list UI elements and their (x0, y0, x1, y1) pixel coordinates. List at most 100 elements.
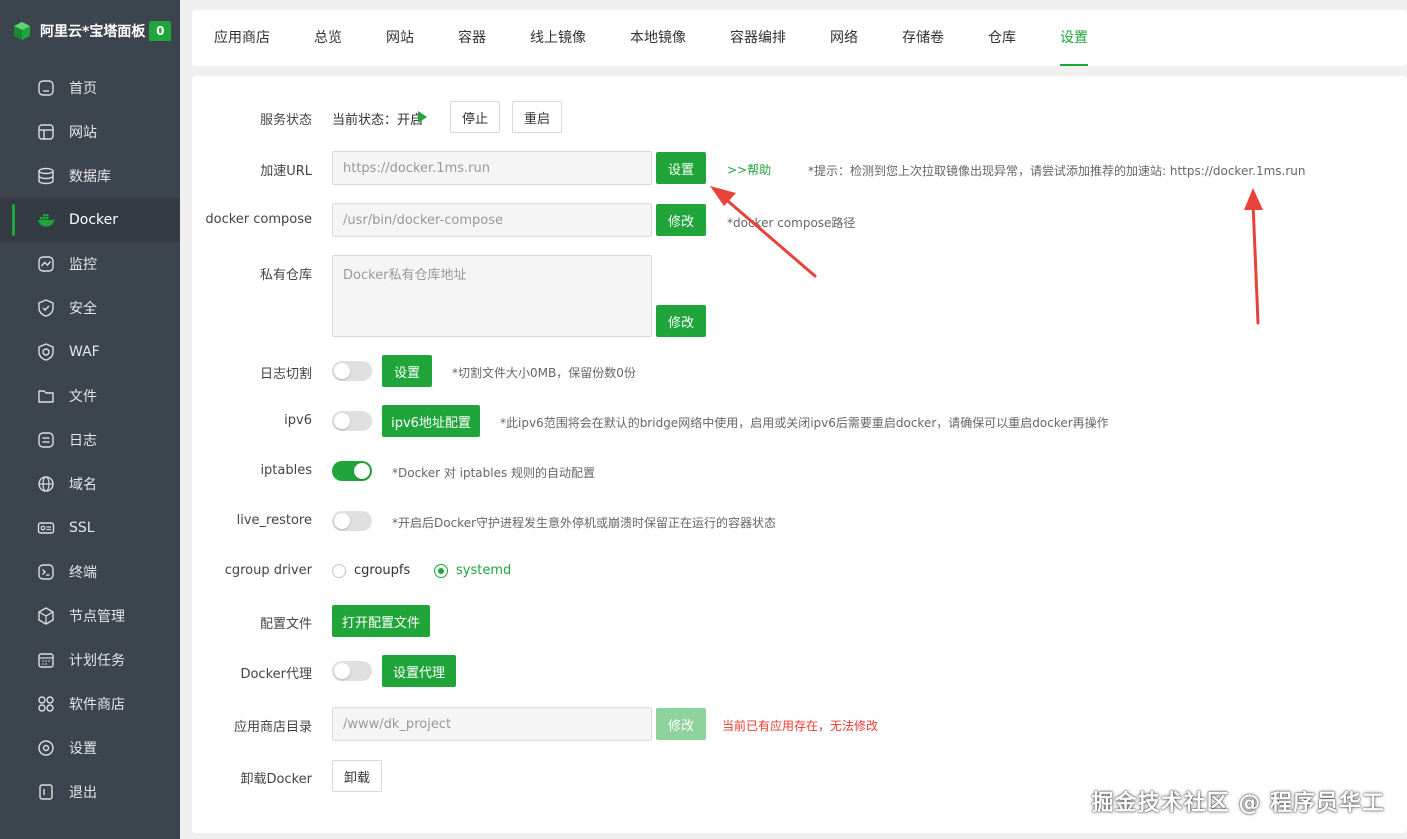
log-rotate-label: 日志切割 (259, 367, 312, 382)
sidebar-item-label: 安全 (69, 301, 97, 317)
sidebar-item-domain[interactable]: 域名 (0, 462, 180, 506)
compose-path-input[interactable]: /usr/bin/docker-compose (332, 203, 652, 237)
mirror-url-input[interactable]: https://docker.1ms.run (332, 151, 652, 185)
sidebar-item-app-store[interactable]: 软件商店 (0, 682, 180, 726)
watermark: 掘金技术社区 @ 程序员华工 (1091, 791, 1385, 816)
terminal-icon (36, 562, 56, 582)
config-file-row: 配置文件 打开配置文件 (192, 605, 1407, 637)
running-play-icon (418, 111, 427, 123)
sidebar-nav: 首页 网站 数据库 Docker 监控 安全 WAF 文件 日志 域名 SSL … (0, 66, 180, 814)
database-icon (36, 166, 56, 186)
iptables-hint: *Docker 对 iptables 规则的自动配置 (392, 466, 596, 480)
ipv6-hint: *此ipv6范围将会在默认的bridge网络中使用，启用或关闭ipv6后需要重启… (500, 416, 1109, 430)
sidebar-item-label: 计划任务 (69, 653, 125, 669)
sidebar-item-settings[interactable]: 设置 (0, 726, 180, 770)
config-file-label: 配置文件 (259, 617, 312, 632)
shield-icon (36, 298, 56, 318)
app-dir-input[interactable]: /www/dk_project (332, 707, 652, 741)
log-rotate-settings-button[interactable]: 设置 (382, 355, 432, 387)
log-rotate-toggle[interactable] (332, 361, 372, 381)
iptables-row: iptables *Docker 对 iptables 规则的自动配置 (192, 455, 1407, 487)
app-dir-label: 应用商店目录 (233, 720, 312, 735)
sidebar-item-label: 网站 (69, 125, 97, 141)
sidebar-item-cron[interactable]: 计划任务 (0, 638, 180, 682)
docker-tabs: 应用商店 总览 网站 容器 线上镜像 本地镜像 容器编排 网络 存储卷 仓库 设… (192, 10, 1407, 66)
log-icon (36, 430, 56, 450)
edit-compose-button[interactable]: 修改 (656, 204, 706, 236)
open-config-button[interactable]: 打开配置文件 (332, 605, 430, 637)
service-status-row: 服务状态 当前状态：开启 停止 重启 (192, 100, 1407, 134)
live-restore-toggle[interactable] (332, 511, 372, 531)
tab-containers[interactable]: 容器 (458, 10, 486, 66)
ipv6-row: ipv6 ipv6地址配置 *此ipv6范围将会在默认的bridge网络中使用，… (192, 405, 1407, 437)
tab-online-images[interactable]: 线上镜像 (530, 10, 586, 66)
sidebar-item-label: 软件商店 (69, 697, 125, 713)
log-rotate-row: 日志切割 设置 *切割文件大小0MB，保留份数0份 (192, 355, 1407, 387)
tab-network[interactable]: 网络 (830, 10, 858, 66)
waf-icon (36, 342, 56, 362)
sidebar-item-security[interactable]: 安全 (0, 286, 180, 330)
restart-button[interactable]: 重启 (512, 101, 562, 133)
sidebar-item-label: 设置 (69, 741, 97, 757)
sidebar-item-waf[interactable]: WAF (0, 330, 180, 374)
tab-compose[interactable]: 容器编排 (730, 10, 786, 66)
cgroupfs-radio[interactable] (332, 564, 346, 578)
iptables-toggle[interactable] (332, 461, 372, 481)
sidebar-item-nodes[interactable]: 节点管理 (0, 594, 180, 638)
compose-hint: *docker compose路径 (727, 216, 856, 230)
brand: 阿里云*宝塔面板 0 (0, 0, 180, 62)
uninstall-button[interactable]: 卸载 (332, 760, 382, 792)
sidebar-item-terminal[interactable]: 终端 (0, 550, 180, 594)
sidebar-item-docker[interactable]: Docker (0, 198, 180, 242)
sidebar-item-monitor[interactable]: 监控 (0, 242, 180, 286)
sidebar-item-label: 监控 (69, 257, 97, 273)
tab-registry[interactable]: 仓库 (988, 10, 1016, 66)
edit-registry-button[interactable]: 修改 (656, 305, 706, 337)
live-restore-hint: *开启后Docker守护进程发生意外停机或崩溃时保留正在运行的容器状态 (392, 516, 777, 530)
sidebar-item-logout[interactable]: 退出 (0, 770, 180, 814)
home-icon (36, 78, 56, 98)
ipv6-toggle[interactable] (332, 411, 372, 431)
apps-icon (36, 694, 56, 714)
sidebar-item-home[interactable]: 首页 (0, 66, 180, 110)
set-proxy-button[interactable]: 设置代理 (382, 655, 456, 687)
calendar-icon (36, 650, 56, 670)
service-status-text: 当前状态：开启 (332, 113, 424, 128)
sidebar: 阿里云*宝塔面板 0 首页 网站 数据库 Docker 监控 安全 WAF 文件… (0, 0, 180, 839)
proxy-toggle[interactable] (332, 661, 372, 681)
gear-icon (36, 738, 56, 758)
tab-local-images[interactable]: 本地镜像 (630, 10, 686, 66)
cgroupfs-radio-label[interactable]: cgroupfs (354, 563, 410, 578)
systemd-radio[interactable] (434, 564, 448, 578)
ipv6-config-button[interactable]: ipv6地址配置 (382, 405, 480, 437)
sidebar-item-logs[interactable]: 日志 (0, 418, 180, 462)
monitor-icon (36, 254, 56, 274)
app-dir-warning: 当前已有应用存在，无法修改 (722, 719, 879, 733)
edit-app-dir-button[interactable]: 修改 (656, 708, 706, 740)
set-mirror-button[interactable]: 设置 (656, 152, 706, 184)
tab-app-store[interactable]: 应用商店 (214, 10, 270, 66)
sidebar-item-label: 文件 (69, 389, 97, 405)
registry-textarea[interactable]: Docker私有仓库地址 (332, 255, 652, 337)
brand-name: 阿里云*宝塔面板 (40, 24, 146, 40)
tab-settings[interactable]: 设置 (1060, 10, 1088, 66)
sidebar-item-database[interactable]: 数据库 (0, 154, 180, 198)
tab-websites[interactable]: 网站 (386, 10, 414, 66)
tab-overview[interactable]: 总览 (314, 10, 342, 66)
sidebar-item-files[interactable]: 文件 (0, 374, 180, 418)
tab-volumes[interactable]: 存储卷 (902, 10, 944, 66)
service-status-label: 服务状态 (259, 113, 312, 128)
compose-label: docker compose (205, 212, 312, 227)
live-restore-row: live_restore *开启后Docker守护进程发生意外停机或崩溃时保留正… (192, 505, 1407, 537)
systemd-radio-label[interactable]: systemd (456, 563, 511, 578)
sidebar-item-label: 首页 (69, 81, 97, 97)
sidebar-item-website[interactable]: 网站 (0, 110, 180, 154)
sidebar-item-ssl[interactable]: SSL (0, 506, 180, 550)
notification-badge[interactable]: 0 (149, 21, 172, 41)
globe-icon (36, 474, 56, 494)
mirror-hint: *提示：检测到您上次拉取镜像出现异常，请尝试添加推荐的加速站: https://… (808, 164, 1306, 178)
stop-button[interactable]: 停止 (450, 101, 500, 133)
help-link[interactable]: >>帮助 (727, 161, 771, 178)
compose-row: docker compose /usr/bin/docker-compose 修… (192, 203, 1407, 237)
sidebar-item-label: SSL (69, 520, 95, 536)
